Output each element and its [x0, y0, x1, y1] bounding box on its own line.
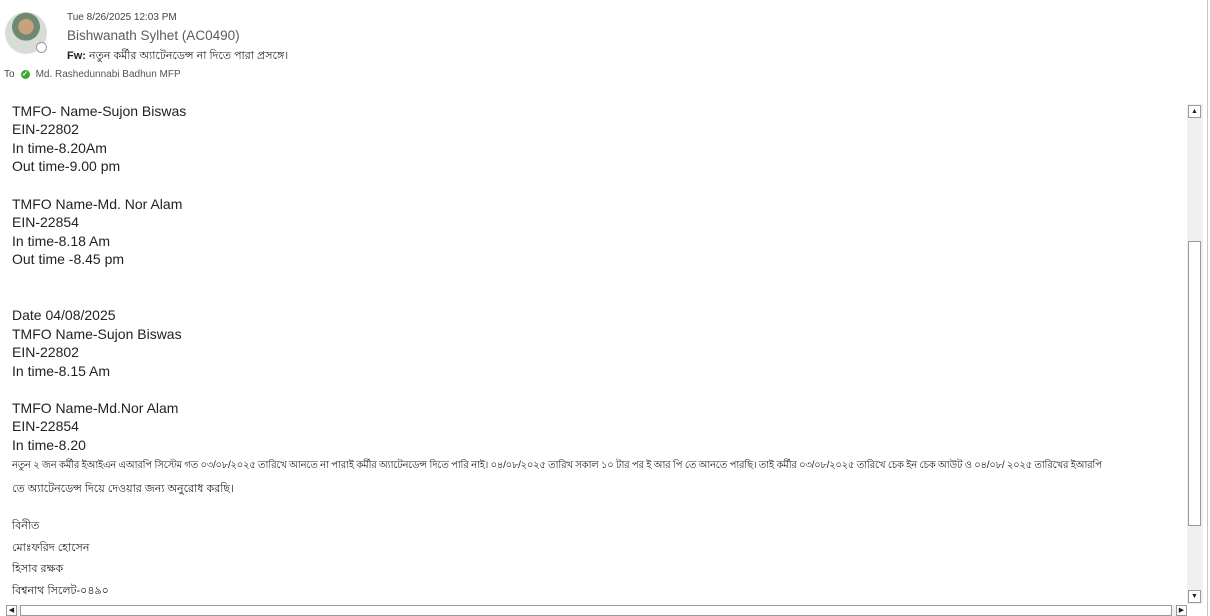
signature-branch: বিশ্বনাথ সিলেট-০৪৯০ — [12, 585, 109, 597]
body-line: Out time-9.00 pm — [12, 158, 121, 174]
sender-name[interactable]: Bishwanath Sylhet (AC0490) — [67, 28, 240, 43]
body-paragraph: তে অ্যাটেনডেন্স দিয়ে দেওয়ার জন্য অনুরো… — [12, 483, 235, 495]
body-line: In time-8.20Am — [12, 140, 107, 156]
closing-text: বিনীত — [12, 520, 40, 532]
check-circle-icon: ✓ — [20, 70, 30, 79]
recipients-row: To ✓ Md. Rashedunnabi Badhun MFP — [4, 69, 181, 80]
body-line: Date 04/08/2025 — [12, 307, 116, 323]
body-line: EIN-22802 — [12, 121, 79, 137]
message-date: Tue 8/26/2025 12:03 PM — [67, 12, 177, 23]
body-line: EIN-22854 — [12, 214, 79, 230]
vertical-scrollbar[interactable]: ▲ ▼ — [1187, 104, 1203, 604]
window-edge — [1207, 0, 1208, 616]
body-paragraph: নতুন ২ জন কর্মীর ইআইএন এআরপি সিস্টেম গত … — [12, 460, 1102, 471]
forward-prefix: Fw: — [67, 50, 86, 62]
left-arrow-icon[interactable]: ◀ — [6, 605, 17, 616]
signature-name: মোঃফরিদ হোসেন — [12, 542, 90, 554]
body-line: In time-8.20 — [12, 437, 86, 453]
body-line: TMFO Name-Md. Nor Alam — [12, 196, 183, 212]
message-subject: Fw: নতুন কর্মীর অ্যাটেনডেন্স না দিতে পার… — [67, 47, 288, 66]
body-line: In time-8.18 Am — [12, 233, 111, 249]
to-label: To — [4, 69, 15, 80]
vertical-scroll-thumb[interactable] — [1188, 241, 1201, 526]
body-line: TMFO Name-Md.Nor Alam — [12, 400, 179, 416]
body-line: EIN-22802 — [12, 344, 79, 360]
signature-title: হিসাব রক্ষক — [12, 563, 64, 575]
body-line: TMFO- Name-Sujon Biswas — [12, 103, 187, 119]
body-line: Out time -8.45 pm — [12, 251, 125, 267]
presence-status-icon — [36, 42, 47, 53]
message-body: TMFO- Name-Sujon Biswas EIN-22802 In tim… — [0, 98, 1187, 604]
subject-text: নতুন কর্মীর অ্যাটেনডেন্স না দিতে পারা প্… — [89, 50, 289, 62]
body-line: EIN-22854 — [12, 418, 79, 434]
horizontal-scrollbar[interactable]: ◀ ▶ — [6, 605, 1187, 616]
body-line: In time-8.15 Am — [12, 363, 111, 379]
recipient-name[interactable]: Md. Rashedunnabi Badhun MFP — [36, 69, 181, 80]
body-line: TMFO Name-Sujon Biswas — [12, 326, 182, 342]
down-arrow-icon[interactable]: ▼ — [1188, 590, 1201, 603]
horizontal-scroll-thumb[interactable] — [20, 605, 1172, 616]
up-arrow-icon[interactable]: ▲ — [1188, 105, 1201, 118]
right-arrow-icon[interactable]: ▶ — [1176, 605, 1187, 616]
